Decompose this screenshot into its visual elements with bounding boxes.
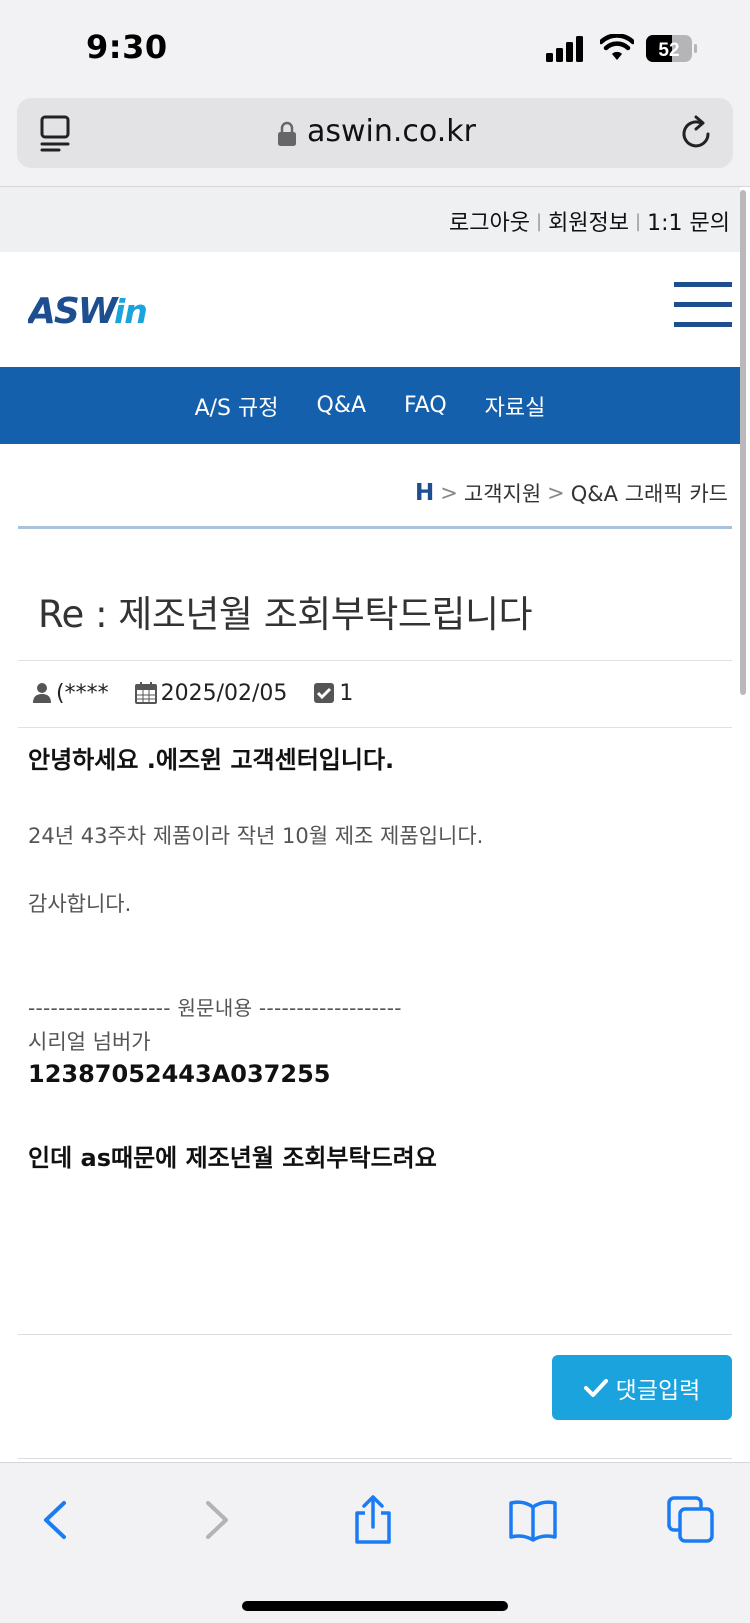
post-title: Re : 제조년월 조회부탁드립니다 <box>38 593 533 636</box>
utility-links: 로그아웃 | 회원정보 | 1:1 문의 <box>449 205 730 237</box>
comment-button-label: 댓글입력 <box>615 1377 701 1404</box>
member-info-link[interactable]: 회원정보 <box>548 205 629 237</box>
forward-icon[interactable] <box>190 1495 240 1545</box>
site-header: ASW in <box>0 252 740 367</box>
divider <box>18 1458 732 1459</box>
post-date: 2025/02/05 <box>134 680 288 706</box>
main-nav: A/S 규정 Q&A FAQ 자료실 <box>0 367 740 444</box>
divider <box>18 1334 732 1335</box>
browser-toolbar <box>0 1462 750 1623</box>
post-thanks: 감사합니다. <box>28 892 132 916</box>
check-icon <box>583 1378 608 1397</box>
separator: | <box>535 210 543 232</box>
scrollbar[interactable] <box>740 190 746 695</box>
divider <box>18 727 732 728</box>
breadcrumb: H > 고객지원 > Q&A 그래픽 카드 <box>415 478 728 508</box>
original-divider: ------------------- 원문내용 ---------------… <box>28 996 402 1020</box>
breadcrumb-home[interactable]: H <box>415 480 434 506</box>
reader-mode-icon[interactable] <box>39 115 73 153</box>
lock-icon <box>278 121 296 146</box>
calendar-icon <box>134 682 157 704</box>
reload-icon[interactable] <box>679 114 715 152</box>
nav-downloads[interactable]: 자료실 <box>485 390 546 422</box>
menu-icon[interactable] <box>674 282 732 330</box>
bookmarks-icon[interactable] <box>508 1495 558 1545</box>
date-text: 2025/02/05 <box>160 680 288 706</box>
comment-button[interactable]: 댓글입력 <box>552 1355 732 1420</box>
aswin-logo[interactable]: ASW in <box>28 290 152 330</box>
post-greeting: 안녕하세요 .에즈윈 고객센터입니다. <box>28 746 395 774</box>
breadcrumb-item[interactable]: 고객지원 <box>464 478 541 508</box>
back-icon[interactable] <box>32 1495 82 1545</box>
inquiry-link[interactable]: 1:1 문의 <box>647 205 730 237</box>
logout-link[interactable]: 로그아웃 <box>449 205 530 237</box>
browser-address-area: aswin.co.kr <box>0 92 750 187</box>
view-count: 1 <box>313 681 353 706</box>
share-icon[interactable] <box>348 1495 398 1545</box>
url-text: aswin.co.kr <box>307 114 476 149</box>
battery-icon: 52 <box>646 35 697 62</box>
svg-text:in: in <box>114 292 147 330</box>
svg-text:ASW: ASW <box>28 291 120 330</box>
nav-faq[interactable]: FAQ <box>404 393 447 418</box>
checkbox-icon <box>314 683 335 703</box>
breadcrumb-separator: > <box>547 481 565 505</box>
serial-label: 시리얼 넘버가 <box>28 1030 151 1054</box>
nav-qna[interactable]: Q&A <box>317 393 367 418</box>
post-request: 인데 as때문에 제조년월 조회부탁드려요 <box>28 1144 437 1172</box>
wifi-icon <box>600 34 634 60</box>
separator: | <box>635 210 642 232</box>
url-field[interactable]: aswin.co.kr <box>17 98 733 168</box>
cellular-signal-icon <box>546 36 583 62</box>
post-answer: 24년 43주차 제품이라 작년 10월 제조 제품입니다. <box>28 824 484 848</box>
breadcrumb-separator: > <box>440 481 458 505</box>
home-indicator <box>242 1601 508 1611</box>
status-bar: 9:30 52 <box>0 0 750 92</box>
user-icon <box>33 683 51 703</box>
author: (**** <box>32 681 109 706</box>
nav-as-policy[interactable]: A/S 규정 <box>195 390 279 422</box>
divider <box>18 660 732 661</box>
battery-level: 52 <box>658 40 679 61</box>
utility-bar: 로그아웃 | 회원정보 | 1:1 문의 <box>0 187 740 252</box>
divider <box>18 526 732 529</box>
serial-number: 12387052443A037255 <box>28 1060 331 1088</box>
author-name: (**** <box>56 680 109 706</box>
status-time: 9:30 <box>86 28 168 66</box>
tabs-icon[interactable] <box>666 1495 716 1545</box>
breadcrumb-item[interactable]: Q&A 그래픽 카드 <box>571 478 728 508</box>
count-text: 1 <box>339 680 354 706</box>
post-meta: (**** 2025/02/05 1 <box>32 676 379 710</box>
